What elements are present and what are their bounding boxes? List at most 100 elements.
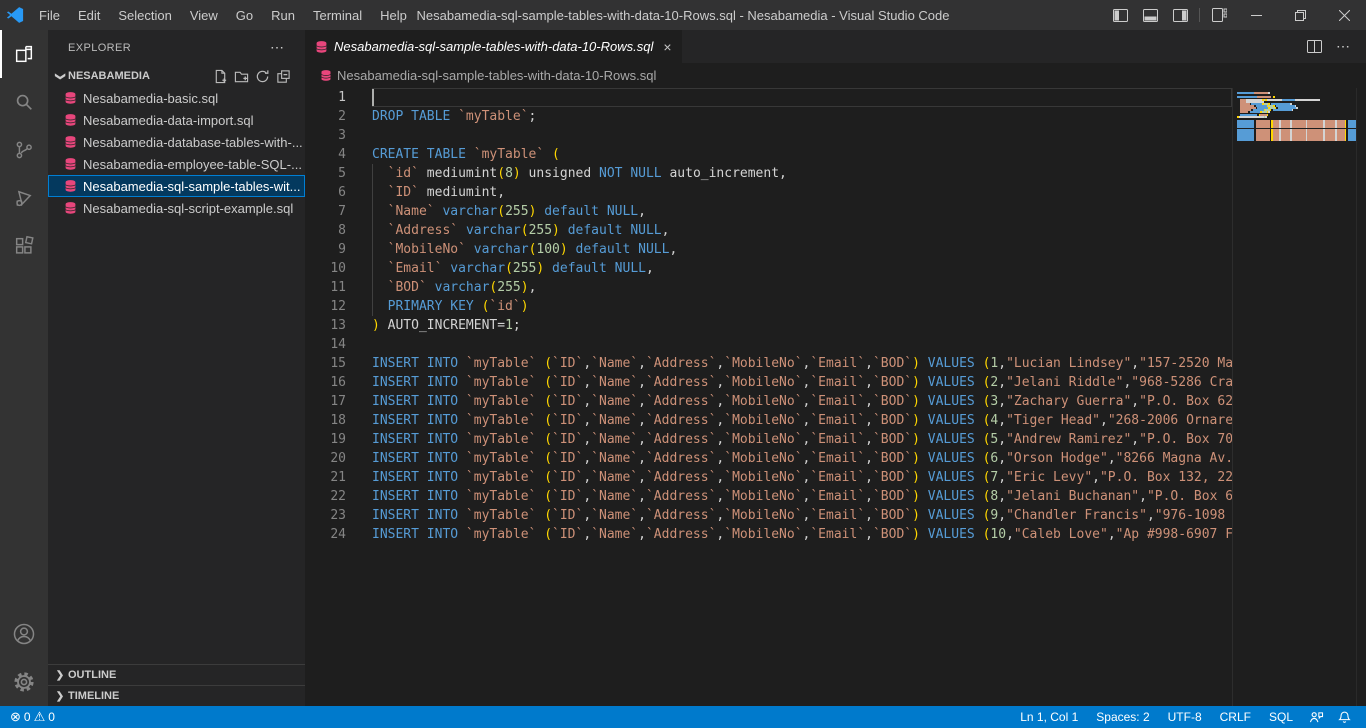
- text-cursor: [372, 89, 374, 106]
- code-line[interactable]: 13) AUTO_INCREMENT=1;: [305, 316, 1232, 335]
- chevron-down-icon: ❯: [54, 71, 66, 81]
- split-editor-icon[interactable]: [1307, 40, 1322, 53]
- minimize-button[interactable]: [1234, 0, 1278, 30]
- code-line[interactable]: 12 PRIMARY KEY (`id`): [305, 297, 1232, 316]
- code-line[interactable]: 9 `MobileNo` varchar(100) default NULL,: [305, 240, 1232, 259]
- menu-view[interactable]: View: [181, 0, 227, 30]
- code-line[interactable]: 11 `BOD` varchar(255),: [305, 278, 1232, 297]
- file-item[interactable]: Nesabamedia-data-import.sql: [48, 109, 305, 131]
- new-folder-icon[interactable]: [234, 69, 249, 84]
- file-item[interactable]: Nesabamedia-sql-script-example.sql: [48, 197, 305, 219]
- line-number: 1: [338, 90, 346, 105]
- section-timeline[interactable]: ❯ TIMELINE: [48, 685, 305, 706]
- tab-close-icon[interactable]: ×: [663, 40, 671, 54]
- code-line[interactable]: 21 INSERT INTO `myTable` (`ID`,`Name`,`Ad…: [305, 468, 1232, 487]
- feedback-icon[interactable]: [1302, 711, 1331, 724]
- eol[interactable]: CRLF: [1211, 710, 1260, 724]
- toggle-sidebar-icon[interactable]: [1105, 0, 1135, 30]
- menu-terminal[interactable]: Terminal: [304, 0, 371, 30]
- line-number: 4: [338, 147, 346, 162]
- notifications-bell-icon[interactable]: [1331, 710, 1358, 724]
- code-line[interactable]: 6 `ID` mediumint,: [305, 183, 1232, 202]
- line-number: 8: [338, 223, 346, 238]
- problems-status[interactable]: ⊗ 0 ⚠ 0: [0, 709, 55, 725]
- code-line[interactable]: 20 INSERT INTO `myTable` (`ID`,`Name`,`Ad…: [305, 449, 1232, 468]
- overview-ruler-scrollbar[interactable]: [1356, 88, 1366, 706]
- explorer-icon[interactable]: [0, 30, 48, 78]
- code-line[interactable]: 19 INSERT INTO `myTable` (`ID`,`Name`,`Ad…: [305, 430, 1232, 449]
- minimap[interactable]: DROP TABLE `myTable`;CREATE TABLE `myTab…: [1232, 88, 1356, 706]
- code-line[interactable]: 15 INSERT INTO `myTable` (`ID`,`Name`,`Ad…: [305, 354, 1232, 373]
- toggle-panel-icon[interactable]: [1135, 0, 1165, 30]
- menu-help[interactable]: Help: [371, 0, 416, 30]
- close-window-button[interactable]: [1322, 0, 1366, 30]
- new-file-icon[interactable]: [213, 69, 228, 84]
- file-item[interactable]: Nesabamedia-employee-table-SQL-...: [48, 153, 305, 175]
- explorer-more-actions-icon[interactable]: ⋯: [270, 39, 285, 56]
- code-line[interactable]: 8 `Address` varchar(255) default NULL,: [305, 221, 1232, 240]
- refresh-icon[interactable]: [255, 69, 270, 84]
- line-number: 5: [338, 166, 346, 181]
- language-mode[interactable]: SQL: [1260, 710, 1302, 724]
- indentation[interactable]: Spaces: 2: [1087, 710, 1158, 724]
- restore-button[interactable]: [1278, 0, 1322, 30]
- breadcrumb-file[interactable]: Nesabamedia-sql-sample-tables-with-data-…: [337, 68, 656, 83]
- tab-label: Nesabamedia-sql-sample-tables-with-data-…: [334, 39, 654, 54]
- menu-selection[interactable]: Selection: [109, 0, 180, 30]
- code-line[interactable]: 1: [305, 88, 1232, 107]
- folder-section-header[interactable]: ❯ NESABAMEDIA: [48, 65, 305, 87]
- toggle-secondary-sidebar-icon[interactable]: [1165, 0, 1195, 30]
- extensions-icon[interactable]: [0, 222, 48, 270]
- titlebar-separator: [1199, 8, 1200, 22]
- chevron-right-icon: ❯: [55, 669, 65, 681]
- code-area[interactable]: 1 2 DROP TABLE `myTable`; 3 4 CREATE TABLE `m…: [305, 88, 1232, 706]
- menu-edit[interactable]: Edit: [69, 0, 109, 30]
- section-outline[interactable]: ❯ OUTLINE: [48, 664, 305, 685]
- code-line[interactable]: 7 `Name` varchar(255) default NULL,: [305, 202, 1232, 221]
- breadcrumb[interactable]: Nesabamedia-sql-sample-tables-with-data-…: [305, 63, 1366, 88]
- code-line[interactable]: 18 INSERT INTO `myTable` (`ID`,`Name`,`Ad…: [305, 411, 1232, 430]
- menu-go[interactable]: Go: [227, 0, 262, 30]
- menu-run[interactable]: Run: [262, 0, 304, 30]
- sql-file-icon: [64, 201, 77, 215]
- sql-file-icon: [315, 40, 328, 54]
- code-line[interactable]: 4 CREATE TABLE `myTable` (: [305, 145, 1232, 164]
- code-line[interactable]: 17 INSERT INTO `myTable` (`ID`,`Name`,`Ad…: [305, 392, 1232, 411]
- code-text: INSERT INTO `myTable` (`ID`,`Name`,`Addr…: [372, 413, 1232, 428]
- menu-file[interactable]: File: [30, 0, 69, 30]
- settings-gear-icon[interactable]: [0, 658, 48, 706]
- vscode-logo-icon: [0, 0, 30, 30]
- source-control-icon[interactable]: [0, 126, 48, 174]
- code-line[interactable]: 2 DROP TABLE `myTable`;: [305, 107, 1232, 126]
- code-line[interactable]: 22 INSERT INTO `myTable` (`ID`,`Name`,`Ad…: [305, 487, 1232, 506]
- menu-bar: File Edit Selection View Go Run Terminal Help: [30, 0, 416, 30]
- line-number: 2: [338, 109, 346, 124]
- minimap-line: INSERT INTO `myTable` (`ID`,`Name`,`Addr…: [1237, 139, 1356, 142]
- tab-sql-file[interactable]: Nesabamedia-sql-sample-tables-with-data-…: [305, 30, 682, 63]
- search-icon[interactable]: [0, 78, 48, 126]
- line-number: 17: [330, 394, 346, 409]
- code-text: PRIMARY KEY (`id`): [372, 297, 529, 316]
- file-item[interactable]: Nesabamedia-database-tables-with-...: [48, 131, 305, 153]
- code-text: INSERT INTO `myTable` (`ID`,`Name`,`Addr…: [372, 451, 1232, 466]
- code-editor[interactable]: 1 2 DROP TABLE `myTable`; 3 4 CREATE TABLE `m…: [305, 88, 1366, 706]
- code-text: INSERT INTO `myTable` (`ID`,`Name`,`Addr…: [372, 394, 1232, 409]
- code-line[interactable]: 14: [305, 335, 1232, 354]
- code-line[interactable]: 16 INSERT INTO `myTable` (`ID`,`Name`,`Ad…: [305, 373, 1232, 392]
- code-line[interactable]: 10 `Email` varchar(255) default NULL,: [305, 259, 1232, 278]
- customize-layout-icon[interactable]: [1204, 0, 1234, 30]
- encoding[interactable]: UTF-8: [1159, 710, 1211, 724]
- code-line[interactable]: 3: [305, 126, 1232, 145]
- code-line[interactable]: 24 INSERT INTO `myTable` (`ID`,`Name`,`Ad…: [305, 525, 1232, 544]
- collapse-folders-icon[interactable]: [276, 69, 291, 84]
- cursor-position[interactable]: Ln 1, Col 1: [1011, 710, 1087, 724]
- code-line[interactable]: 23 INSERT INTO `myTable` (`ID`,`Name`,`Ad…: [305, 506, 1232, 525]
- file-name: Nesabamedia-sql-sample-tables-wit...: [83, 178, 301, 194]
- file-name: Nesabamedia-database-tables-with-...: [83, 134, 303, 150]
- file-item[interactable]: Nesabamedia-sql-sample-tables-wit...: [48, 175, 305, 197]
- editor-more-actions-icon[interactable]: ⋯: [1336, 38, 1352, 55]
- accounts-icon[interactable]: [0, 610, 48, 658]
- code-line[interactable]: 5 `id` mediumint(8) unsigned NOT NULL au…: [305, 164, 1232, 183]
- run-and-debug-icon[interactable]: [0, 174, 48, 222]
- file-item[interactable]: Nesabamedia-basic.sql: [48, 87, 305, 109]
